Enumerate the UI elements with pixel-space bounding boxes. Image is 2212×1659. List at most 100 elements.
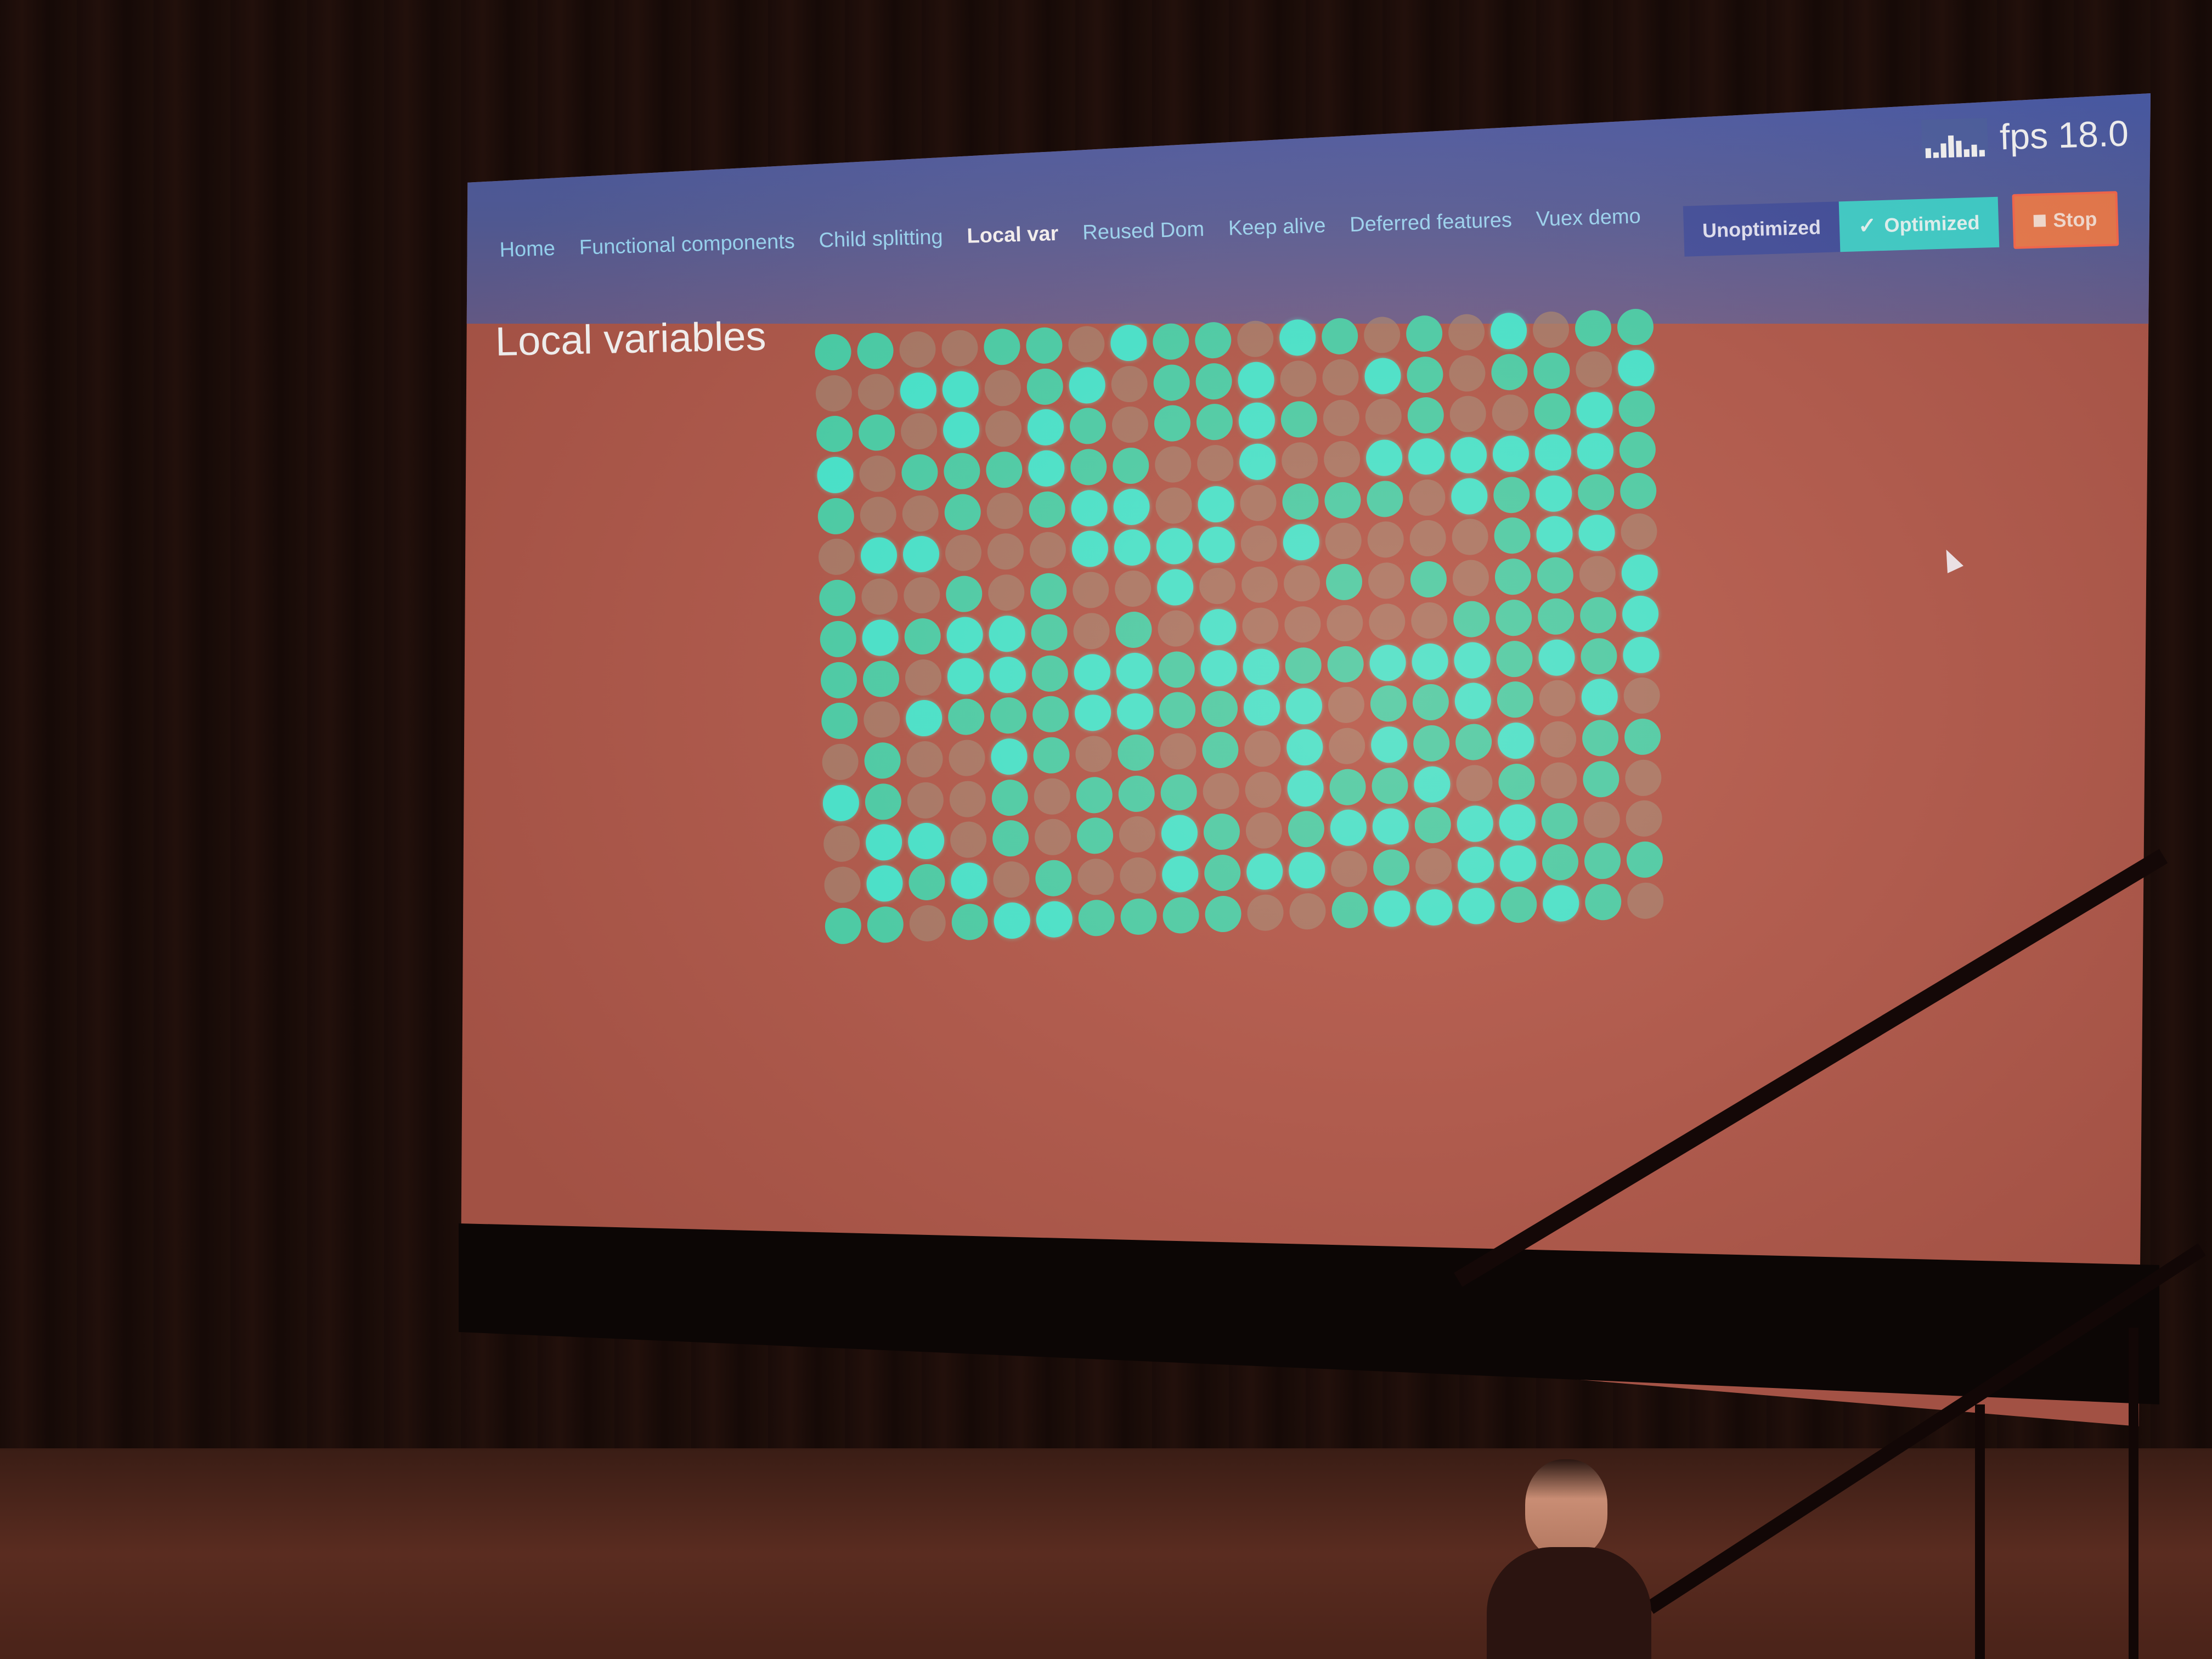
presenter	[1481, 1454, 1657, 1659]
grid-dot	[862, 659, 900, 697]
grid-dot	[1626, 840, 1663, 878]
nav-item-keep-alive[interactable]: Keep alive	[1228, 214, 1326, 240]
grid-dot	[1243, 648, 1280, 686]
grid-dot	[1113, 488, 1150, 526]
grid-dot	[1110, 324, 1147, 362]
grid-dot	[1622, 636, 1660, 674]
grid-dot	[1457, 805, 1494, 843]
grid-dot	[1368, 562, 1405, 600]
unoptimized-button[interactable]: Unoptimized	[1683, 201, 1840, 257]
grid-dot	[1282, 483, 1319, 521]
grid-dot	[1068, 325, 1105, 363]
grid-dot	[1203, 772, 1240, 810]
grid-dot	[1069, 407, 1107, 445]
grid-dot	[1454, 682, 1492, 720]
optimized-button[interactable]: ✓ Optimized	[1838, 196, 1999, 252]
grid-dot	[1539, 679, 1576, 717]
nav-item-vuex-demo[interactable]: Vuex demo	[1536, 205, 1641, 232]
grid-dot	[1156, 527, 1193, 566]
grid-dot	[1283, 565, 1321, 602]
grid-dot	[947, 657, 984, 695]
grid-dot	[1582, 760, 1620, 798]
grid-dot	[951, 903, 989, 941]
grid-dot	[1323, 440, 1361, 478]
grid-dot	[900, 413, 938, 450]
nav-item-reused-dom[interactable]: Reused Dom	[1082, 218, 1205, 245]
railing-post	[1975, 1404, 1985, 1659]
grid-dot	[947, 698, 985, 736]
grid-dot	[1114, 529, 1151, 567]
grid-dot	[1196, 403, 1233, 441]
grid-dot	[902, 535, 940, 573]
grid-dot	[985, 451, 1023, 489]
grid-dot	[1408, 438, 1445, 476]
grid-dot	[1158, 651, 1195, 689]
grid-dot	[1581, 678, 1618, 716]
nav-item-home[interactable]: Home	[499, 237, 556, 262]
grid-dot	[1116, 693, 1154, 731]
grid-dot	[1328, 686, 1365, 724]
grid-dot	[986, 492, 1024, 530]
grid-dot	[1413, 765, 1451, 803]
grid-dot	[1580, 637, 1618, 675]
grid-dot	[818, 538, 855, 576]
grid-dot	[1410, 601, 1448, 639]
grid-dot	[1493, 476, 1530, 514]
grid-dot	[1619, 431, 1656, 469]
grid-dot	[1204, 895, 1242, 933]
grid-dot	[856, 332, 894, 370]
grid-dot	[1287, 769, 1324, 807]
grid-dot	[1577, 473, 1615, 511]
grid-dot	[1078, 899, 1115, 936]
grid-dot	[858, 414, 895, 452]
grid-dot	[1077, 858, 1114, 896]
grid-dot	[1029, 532, 1066, 569]
grid-dot	[1119, 856, 1156, 894]
grid-dot	[1491, 353, 1528, 391]
nav-item-functional-components[interactable]: Functional components	[579, 230, 795, 260]
nav-item-child-splitting[interactable]: Child splitting	[819, 225, 943, 253]
grid-dot	[1452, 518, 1489, 556]
grid-dot	[988, 574, 1025, 612]
grid-dot	[901, 454, 938, 492]
grid-dot	[903, 577, 940, 614]
grid-dot	[816, 456, 854, 494]
grid-dot	[1069, 366, 1106, 404]
grid-dot	[1415, 847, 1452, 885]
grid-dot	[1034, 818, 1071, 856]
grid-dot	[1577, 432, 1614, 470]
nav-item-deferred-features[interactable]: Deferred features	[1350, 208, 1513, 237]
grid-dot	[1533, 352, 1570, 390]
nav-item-local-var[interactable]: Local var	[967, 222, 1059, 249]
optimized-label: Optimized	[1883, 211, 1980, 236]
grid-dot	[990, 697, 1027, 735]
projection-screen: Home Functional components Child splitti…	[461, 93, 2151, 1426]
grid-dot	[1321, 317, 1358, 355]
grid-dot	[1448, 313, 1485, 351]
grid-dot	[989, 656, 1026, 693]
grid-dot	[1199, 567, 1236, 605]
grid-dot	[1412, 642, 1449, 680]
grid-dot	[1584, 842, 1621, 880]
grid-dot	[1328, 727, 1365, 765]
grid-dot	[1413, 724, 1450, 762]
grid-dot	[1154, 404, 1191, 442]
grid-dot	[946, 616, 984, 654]
grid-dot	[1156, 568, 1194, 606]
grid-dot	[1027, 409, 1064, 447]
grid-dot	[817, 497, 855, 535]
grid-dot	[1537, 597, 1575, 635]
grid-dot	[1325, 522, 1362, 560]
grid-dot	[945, 534, 982, 572]
grid-dot	[1157, 610, 1195, 647]
grid-dot	[860, 537, 898, 574]
grid-dot	[1448, 354, 1486, 392]
grid-dot	[822, 784, 860, 822]
grid-dot	[1575, 309, 1612, 347]
stop-button[interactable]: Stop	[2011, 191, 2119, 249]
grid-dot	[1285, 687, 1323, 725]
grid-dot	[1366, 480, 1403, 518]
grid-dot	[1289, 892, 1327, 930]
grid-dot	[1197, 485, 1235, 523]
grid-dot	[1365, 398, 1402, 436]
